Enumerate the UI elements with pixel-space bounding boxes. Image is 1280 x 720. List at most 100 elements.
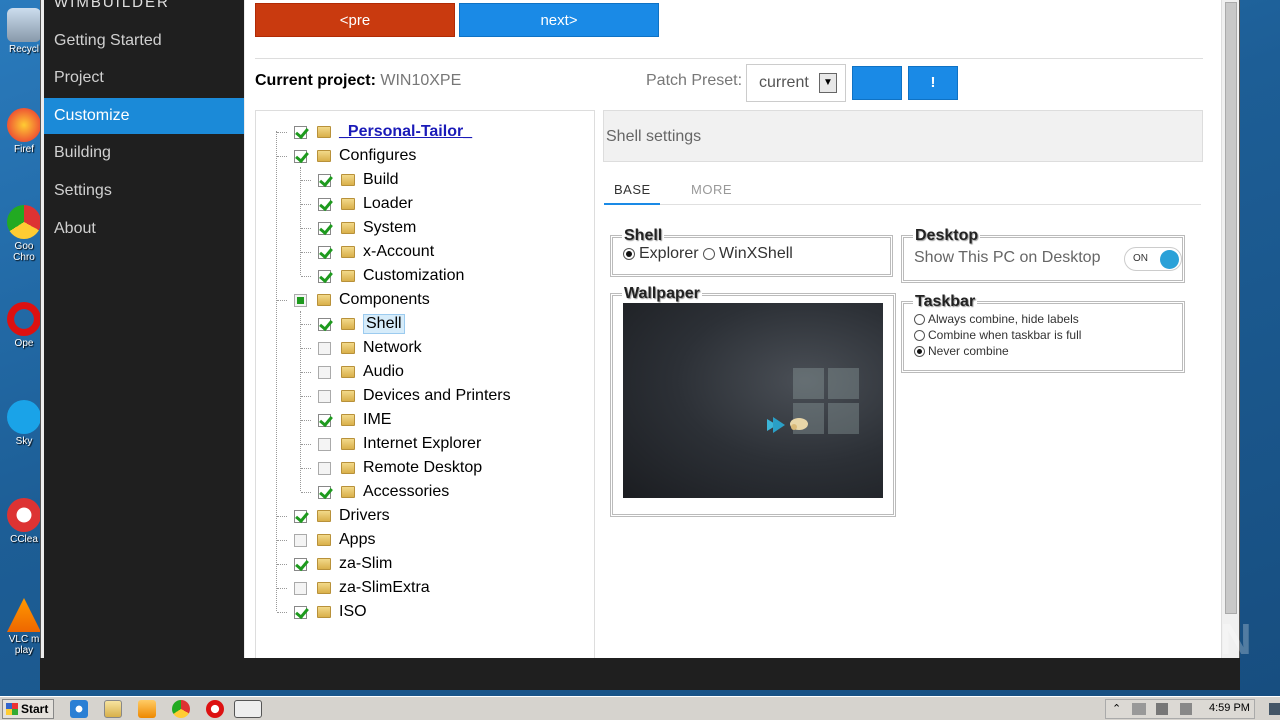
- tree-checkbox[interactable]: [294, 605, 307, 619]
- sidebar-item-about[interactable]: About: [44, 211, 244, 247]
- taskbar-never-combine-radio[interactable]: Never combine: [914, 343, 1172, 359]
- tree-checkbox[interactable]: [294, 125, 307, 139]
- tree-item-label: Apps: [339, 531, 376, 548]
- tree-checkbox[interactable]: [318, 389, 331, 403]
- tree-connector: [277, 612, 287, 613]
- radio-icon: [703, 248, 716, 260]
- sidebar-item-settings[interactable]: Settings: [44, 173, 244, 209]
- tree-checkbox[interactable]: [318, 221, 331, 235]
- folder-icon: [341, 414, 355, 426]
- ccleaner-icon[interactable]: CClea: [4, 498, 44, 545]
- folder-icon: [341, 174, 355, 186]
- show-this-pc-toggle[interactable]: ON: [1124, 247, 1182, 271]
- tree-checkbox[interactable]: [318, 173, 331, 187]
- tree-connector: [301, 204, 311, 205]
- tree-connector: [301, 276, 311, 277]
- sidebar-item-building[interactable]: Building: [44, 135, 244, 171]
- volume-icon[interactable]: [1156, 703, 1168, 715]
- tree-checkbox[interactable]: [294, 509, 307, 523]
- tree-item[interactable]: Apps: [294, 529, 375, 551]
- sidebar-item-project[interactable]: Project: [44, 60, 244, 96]
- start-button[interactable]: Start: [2, 699, 54, 719]
- tree-checkbox[interactable]: [318, 269, 331, 283]
- show-desktop-icon[interactable]: [1269, 703, 1280, 715]
- tree-item[interactable]: Remote Desktop: [318, 457, 482, 479]
- tree-item[interactable]: Internet Explorer: [318, 433, 481, 455]
- tree-item[interactable]: Components: [294, 289, 430, 311]
- taskbar-always-combine-radio[interactable]: Always combine, hide labels: [914, 311, 1172, 327]
- taskbar-combine-when-full-radio[interactable]: Combine when taskbar is full: [914, 327, 1172, 343]
- tree-item[interactable]: Configures: [294, 145, 416, 167]
- tree-checkbox[interactable]: [318, 197, 331, 211]
- tree-checkbox[interactable]: [318, 245, 331, 259]
- sidebar-item-customize[interactable]: Customize: [44, 98, 244, 134]
- tree-checkbox[interactable]: [318, 461, 331, 475]
- scrollbar-thumb[interactable]: [1225, 2, 1237, 614]
- tree-checkbox[interactable]: [318, 365, 331, 379]
- skype-icon[interactable]: Sky: [4, 400, 44, 447]
- tree-item[interactable]: Shell: [318, 313, 405, 335]
- tab-base[interactable]: BASE: [614, 182, 651, 197]
- tree-item[interactable]: Build: [318, 169, 399, 191]
- preset-info-button[interactable]: !: [908, 66, 958, 100]
- pre-button[interactable]: <pre: [255, 3, 455, 37]
- tree-item[interactable]: Accessories: [318, 481, 449, 503]
- patch-preset-select[interactable]: current ▼: [746, 64, 846, 102]
- tab-more[interactable]: MORE: [691, 182, 732, 197]
- tree-item[interactable]: ISO: [294, 601, 367, 623]
- folder-icon: [317, 534, 331, 546]
- tree-checkbox[interactable]: [318, 413, 331, 427]
- tree-checkbox[interactable]: [318, 485, 331, 499]
- flag-icon[interactable]: [1180, 703, 1192, 715]
- tree-checkbox[interactable]: [294, 533, 307, 547]
- tree-checkbox[interactable]: [318, 437, 331, 451]
- tree-item[interactable]: za-SlimExtra: [294, 577, 430, 599]
- wallpaper-preview[interactable]: [623, 303, 883, 498]
- tree-item[interactable]: Loader: [318, 193, 413, 215]
- network-icon[interactable]: [1132, 703, 1146, 715]
- tree-item[interactable]: Devices and Printers: [318, 385, 511, 407]
- radio-icon: [914, 313, 925, 325]
- ie-icon[interactable]: [70, 700, 88, 718]
- tree-item[interactable]: Audio: [318, 361, 404, 383]
- vertical-scrollbar[interactable]: [1221, 0, 1239, 690]
- opera-icon[interactable]: [206, 700, 224, 718]
- chrome-icon[interactable]: Goo Chro: [4, 205, 44, 263]
- vlc-icon[interactable]: VLC m play: [4, 598, 44, 656]
- tree-item-label: x-Account: [363, 243, 435, 260]
- tree-checkbox[interactable]: [294, 581, 307, 595]
- clock[interactable]: 4:59 PM: [1209, 702, 1250, 714]
- shell-explorer-radio[interactable]: Explorer: [623, 245, 699, 263]
- wimbuilder-task-icon[interactable]: [234, 700, 262, 718]
- tree-connector: [277, 132, 287, 133]
- tree-item[interactable]: System: [318, 217, 416, 239]
- chrome-icon[interactable]: [172, 700, 190, 718]
- tree-checkbox[interactable]: [318, 317, 331, 331]
- tree-item[interactable]: x-Account: [318, 241, 434, 263]
- folder-icon: [341, 246, 355, 258]
- explorer-icon[interactable]: [104, 700, 122, 718]
- tree-item[interactable]: Network: [318, 337, 422, 359]
- tree-item[interactable]: za-Slim: [294, 553, 392, 575]
- tree-item[interactable]: Drivers: [294, 505, 390, 527]
- tree-connector: [277, 540, 287, 541]
- opera-icon[interactable]: Ope: [4, 302, 44, 349]
- firefox-icon[interactable]: Firef: [4, 108, 44, 155]
- tree-connector: [301, 252, 311, 253]
- next-button[interactable]: next>: [459, 3, 659, 37]
- recycle-bin-icon[interactable]: Recycl: [4, 8, 44, 55]
- tree-item[interactable]: Customization: [318, 265, 464, 287]
- tree-item[interactable]: IME: [318, 409, 391, 431]
- tree-checkbox[interactable]: [294, 557, 307, 571]
- tree-checkbox[interactable]: [294, 293, 307, 307]
- media-player-icon[interactable]: [138, 700, 156, 718]
- tree-connector: [277, 564, 287, 565]
- shell-winxshell-radio[interactable]: WinXShell: [703, 245, 793, 263]
- tree-checkbox[interactable]: [294, 149, 307, 163]
- chevron-up-icon[interactable]: ⌃: [1112, 702, 1121, 715]
- tree-item[interactable]: _Personal-Tailor_: [294, 121, 472, 143]
- tree-checkbox[interactable]: [318, 341, 331, 355]
- desktop-icon-label: Goo Chro: [13, 241, 35, 263]
- sidebar-item-getting-started[interactable]: Getting Started: [44, 23, 244, 59]
- preset-action-button[interactable]: [852, 66, 902, 100]
